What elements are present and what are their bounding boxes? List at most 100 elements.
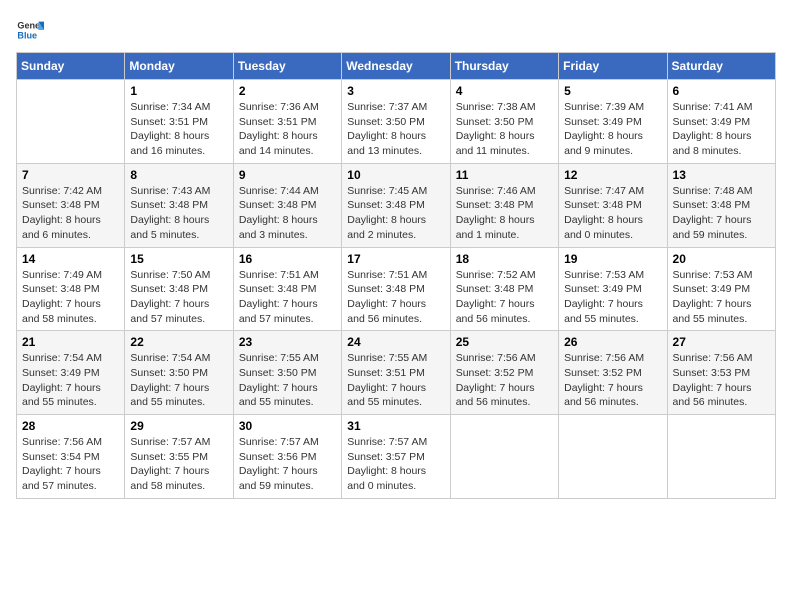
- calendar-header-row: SundayMondayTuesdayWednesdayThursdayFrid…: [17, 53, 776, 80]
- day-info: Sunrise: 7:56 AM Sunset: 3:53 PM Dayligh…: [673, 351, 770, 410]
- day-number: 16: [239, 252, 336, 266]
- calendar-cell: 7 Sunrise: 7:42 AM Sunset: 3:48 PM Daylig…: [17, 163, 125, 247]
- day-info: Sunrise: 7:56 AM Sunset: 3:52 PM Dayligh…: [564, 351, 661, 410]
- day-number: 31: [347, 419, 444, 433]
- column-header-wednesday: Wednesday: [342, 53, 450, 80]
- day-number: 11: [456, 168, 553, 182]
- day-info: Sunrise: 7:53 AM Sunset: 3:49 PM Dayligh…: [564, 268, 661, 327]
- day-number: 22: [130, 335, 227, 349]
- day-number: 5: [564, 84, 661, 98]
- calendar-cell: 31 Sunrise: 7:57 AM Sunset: 3:57 PM Dayli…: [342, 415, 450, 499]
- day-number: 27: [673, 335, 770, 349]
- calendar-cell: [559, 415, 667, 499]
- day-info: Sunrise: 7:56 AM Sunset: 3:52 PM Dayligh…: [456, 351, 553, 410]
- column-header-tuesday: Tuesday: [233, 53, 341, 80]
- day-info: Sunrise: 7:42 AM Sunset: 3:48 PM Dayligh…: [22, 184, 119, 243]
- calendar-cell: 20 Sunrise: 7:53 AM Sunset: 3:49 PM Dayli…: [667, 247, 775, 331]
- calendar-cell: 25Sunrise: 7:56 AM Sunset: 3:52 PM Dayli…: [450, 331, 558, 415]
- day-number: 17: [347, 252, 444, 266]
- calendar-cell: 11 Sunrise: 7:46 AM Sunset: 3:48 PM Dayli…: [450, 163, 558, 247]
- column-header-thursday: Thursday: [450, 53, 558, 80]
- day-info: Sunrise: 7:43 AM Sunset: 3:48 PM Dayligh…: [130, 184, 227, 243]
- day-info: Sunrise: 7:50 AM Sunset: 3:48 PM Dayligh…: [130, 268, 227, 327]
- day-number: 12: [564, 168, 661, 182]
- calendar-cell: 6 Sunrise: 7:41 AM Sunset: 3:49 PM Daylig…: [667, 80, 775, 164]
- day-number: 23: [239, 335, 336, 349]
- calendar-cell: 17 Sunrise: 7:51 AM Sunset: 3:48 PM Dayli…: [342, 247, 450, 331]
- calendar-cell: 16 Sunrise: 7:51 AM Sunset: 3:48 PM Dayli…: [233, 247, 341, 331]
- day-number: 8: [130, 168, 227, 182]
- calendar-cell: [17, 80, 125, 164]
- day-info: Sunrise: 7:57 AM Sunset: 3:57 PM Dayligh…: [347, 435, 444, 494]
- day-info: Sunrise: 7:36 AM Sunset: 3:51 PM Dayligh…: [239, 100, 336, 159]
- day-info: Sunrise: 7:38 AM Sunset: 3:50 PM Dayligh…: [456, 100, 553, 159]
- calendar-cell: 13Sunrise: 7:48 AM Sunset: 3:48 PM Dayli…: [667, 163, 775, 247]
- day-number: 20: [673, 252, 770, 266]
- day-number: 19: [564, 252, 661, 266]
- day-info: Sunrise: 7:41 AM Sunset: 3:49 PM Dayligh…: [673, 100, 770, 159]
- day-info: Sunrise: 7:54 AM Sunset: 3:49 PM Dayligh…: [22, 351, 119, 410]
- day-info: Sunrise: 7:46 AM Sunset: 3:48 PM Dayligh…: [456, 184, 553, 243]
- calendar-cell: 21 Sunrise: 7:54 AM Sunset: 3:49 PM Dayli…: [17, 331, 125, 415]
- calendar-cell: 8 Sunrise: 7:43 AM Sunset: 3:48 PM Daylig…: [125, 163, 233, 247]
- calendar-cell: 23 Sunrise: 7:55 AM Sunset: 3:50 PM Dayli…: [233, 331, 341, 415]
- column-header-monday: Monday: [125, 53, 233, 80]
- column-header-friday: Friday: [559, 53, 667, 80]
- calendar-cell: 18 Sunrise: 7:52 AM Sunset: 3:48 PM Dayli…: [450, 247, 558, 331]
- day-info: Sunrise: 7:57 AM Sunset: 3:55 PM Dayligh…: [130, 435, 227, 494]
- calendar-cell: 28 Sunrise: 7:56 AM Sunset: 3:54 PM Dayli…: [17, 415, 125, 499]
- calendar-week-row: 7 Sunrise: 7:42 AM Sunset: 3:48 PM Daylig…: [17, 163, 776, 247]
- day-info: Sunrise: 7:56 AM Sunset: 3:54 PM Dayligh…: [22, 435, 119, 494]
- calendar-table: SundayMondayTuesdayWednesdayThursdayFrid…: [16, 52, 776, 499]
- day-info: Sunrise: 7:47 AM Sunset: 3:48 PM Dayligh…: [564, 184, 661, 243]
- day-number: 9: [239, 168, 336, 182]
- day-number: 4: [456, 84, 553, 98]
- column-header-sunday: Sunday: [17, 53, 125, 80]
- day-number: 7: [22, 168, 119, 182]
- column-header-saturday: Saturday: [667, 53, 775, 80]
- day-number: 1: [130, 84, 227, 98]
- day-number: 21: [22, 335, 119, 349]
- day-info: Sunrise: 7:45 AM Sunset: 3:48 PM Dayligh…: [347, 184, 444, 243]
- day-number: 13: [673, 168, 770, 182]
- calendar-cell: 24Sunrise: 7:55 AM Sunset: 3:51 PM Dayli…: [342, 331, 450, 415]
- calendar-cell: 1 Sunrise: 7:34 AM Sunset: 3:51 PM Daylig…: [125, 80, 233, 164]
- calendar-cell: [667, 415, 775, 499]
- day-info: Sunrise: 7:55 AM Sunset: 3:50 PM Dayligh…: [239, 351, 336, 410]
- day-info: Sunrise: 7:49 AM Sunset: 3:48 PM Dayligh…: [22, 268, 119, 327]
- day-number: 26: [564, 335, 661, 349]
- calendar-week-row: 1 Sunrise: 7:34 AM Sunset: 3:51 PM Daylig…: [17, 80, 776, 164]
- day-info: Sunrise: 7:39 AM Sunset: 3:49 PM Dayligh…: [564, 100, 661, 159]
- day-number: 6: [673, 84, 770, 98]
- day-info: Sunrise: 7:57 AM Sunset: 3:56 PM Dayligh…: [239, 435, 336, 494]
- calendar-cell: [450, 415, 558, 499]
- calendar-cell: 29Sunrise: 7:57 AM Sunset: 3:55 PM Dayli…: [125, 415, 233, 499]
- day-number: 28: [22, 419, 119, 433]
- calendar-cell: 26 Sunrise: 7:56 AM Sunset: 3:52 PM Dayli…: [559, 331, 667, 415]
- calendar-cell: 5 Sunrise: 7:39 AM Sunset: 3:49 PM Daylig…: [559, 80, 667, 164]
- day-number: 2: [239, 84, 336, 98]
- day-number: 10: [347, 168, 444, 182]
- day-info: Sunrise: 7:51 AM Sunset: 3:48 PM Dayligh…: [239, 268, 336, 327]
- day-info: Sunrise: 7:53 AM Sunset: 3:49 PM Dayligh…: [673, 268, 770, 327]
- calendar-cell: 12 Sunrise: 7:47 AM Sunset: 3:48 PM Dayli…: [559, 163, 667, 247]
- calendar-cell: 3Sunrise: 7:37 AM Sunset: 3:50 PM Daylig…: [342, 80, 450, 164]
- day-number: 30: [239, 419, 336, 433]
- day-info: Sunrise: 7:51 AM Sunset: 3:48 PM Dayligh…: [347, 268, 444, 327]
- day-info: Sunrise: 7:34 AM Sunset: 3:51 PM Dayligh…: [130, 100, 227, 159]
- calendar-cell: 9Sunrise: 7:44 AM Sunset: 3:48 PM Daylig…: [233, 163, 341, 247]
- calendar-cell: 15 Sunrise: 7:50 AM Sunset: 3:48 PM Dayli…: [125, 247, 233, 331]
- day-number: 18: [456, 252, 553, 266]
- day-info: Sunrise: 7:54 AM Sunset: 3:50 PM Dayligh…: [130, 351, 227, 410]
- day-number: 14: [22, 252, 119, 266]
- calendar-cell: 2 Sunrise: 7:36 AM Sunset: 3:51 PM Daylig…: [233, 80, 341, 164]
- day-number: 24: [347, 335, 444, 349]
- calendar-cell: 10 Sunrise: 7:45 AM Sunset: 3:48 PM Dayli…: [342, 163, 450, 247]
- day-number: 15: [130, 252, 227, 266]
- day-info: Sunrise: 7:52 AM Sunset: 3:48 PM Dayligh…: [456, 268, 553, 327]
- calendar-week-row: 28 Sunrise: 7:56 AM Sunset: 3:54 PM Dayli…: [17, 415, 776, 499]
- logo: General Blue: [16, 16, 44, 44]
- svg-text:Blue: Blue: [17, 30, 37, 40]
- calendar-cell: 4 Sunrise: 7:38 AM Sunset: 3:50 PM Daylig…: [450, 80, 558, 164]
- calendar-cell: 14 Sunrise: 7:49 AM Sunset: 3:48 PM Dayli…: [17, 247, 125, 331]
